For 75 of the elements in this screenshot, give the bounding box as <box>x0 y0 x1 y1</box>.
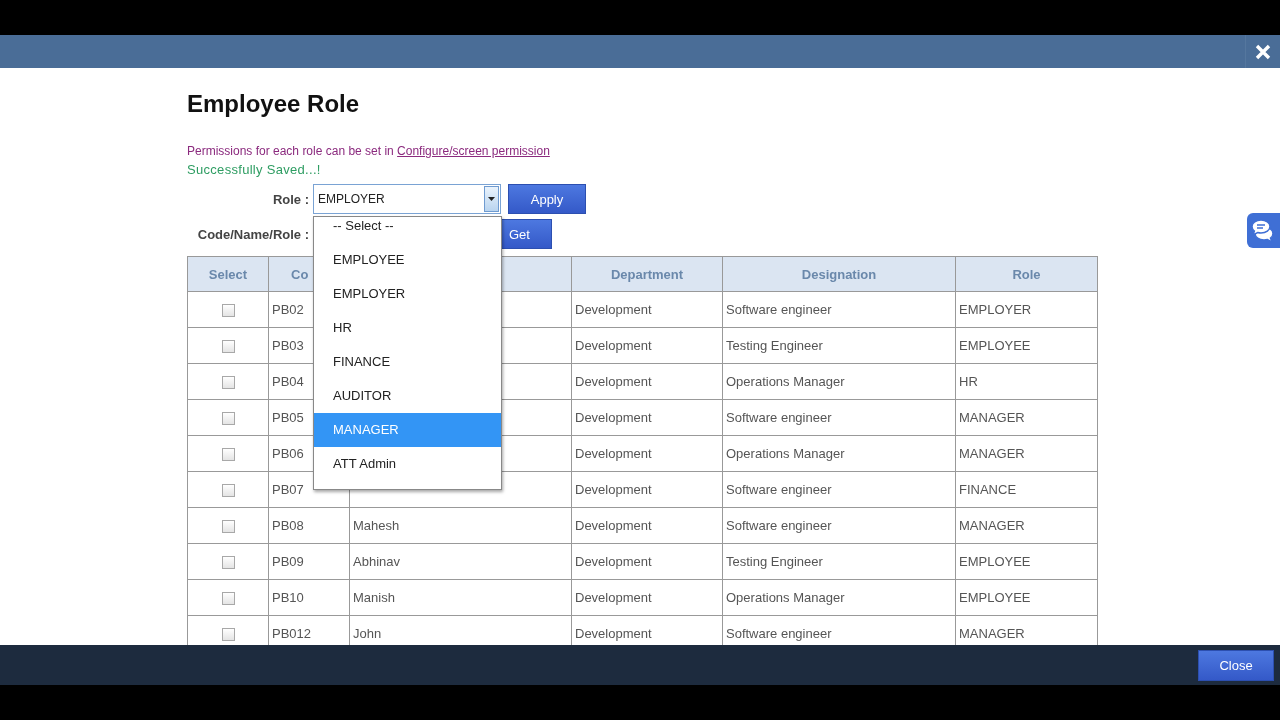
table-cell: Development <box>575 590 652 605</box>
caret-icon <box>488 197 495 201</box>
table-cell: MANAGER <box>959 518 1025 533</box>
role-select[interactable]: EMPLOYER <box>313 184 501 214</box>
table-cell: John <box>353 626 382 641</box>
table-cell: PB08 <box>272 518 304 533</box>
dropdown-option[interactable]: ATT Admin <box>314 447 501 481</box>
table-cell: Testing Engineer <box>726 338 823 353</box>
row-checkbox[interactable] <box>221 484 235 498</box>
table-cell: Software engineer <box>726 518 832 533</box>
permission-link[interactable]: Configure/screen permission <box>397 144 550 158</box>
table-cell: HR <box>959 374 978 389</box>
table-cell: PB07 <box>272 482 304 497</box>
table-cell: PB05 <box>272 410 304 425</box>
table-cell: Development <box>575 374 652 389</box>
table-cell: Operations Manager <box>726 590 845 605</box>
column-header: Role <box>1012 266 1041 282</box>
row-checkbox[interactable] <box>221 592 235 606</box>
dropdown-option[interactable]: AUDITOR <box>314 379 501 413</box>
table-cell: EMPLOYEE <box>959 554 1031 569</box>
dropdown-option[interactable]: EMPLOYER <box>314 277 501 311</box>
apply-button[interactable]: Apply <box>508 184 586 214</box>
table-cell: Development <box>575 410 652 425</box>
role-label: Role : <box>272 191 309 207</box>
table-cell: MANAGER <box>959 446 1025 461</box>
table-cell: Operations Manager <box>726 374 845 389</box>
table-cell: Development <box>575 518 652 533</box>
page-title: Employee Role <box>187 90 361 118</box>
table-cell: FINANCE <box>959 482 1017 497</box>
chat-icon[interactable] <box>1247 213 1280 248</box>
table-cell: Abhinav <box>353 554 400 569</box>
table-cell: EMPLOYER <box>959 302 1032 317</box>
table-cell: PB06 <box>272 446 304 461</box>
table-cell: Development <box>575 626 652 641</box>
row-checkbox[interactable] <box>221 628 235 642</box>
table-cell: Development <box>575 302 652 317</box>
row-checkbox[interactable] <box>221 340 235 354</box>
permission-note: Permissions for each role can be set in Configure/screen permission <box>187 143 551 159</box>
row-checkbox[interactable] <box>221 448 235 462</box>
table-cell: Development <box>575 338 652 353</box>
row-checkbox[interactable] <box>221 556 235 570</box>
table-cell: Software engineer <box>726 482 832 497</box>
table-cell: EMPLOYEE <box>959 590 1031 605</box>
table-cell: PB09 <box>272 554 304 569</box>
close-button[interactable]: Close <box>1198 649 1274 681</box>
table-cell: MANAGER <box>959 626 1025 641</box>
search-label: Code/Name/Role : <box>197 226 309 242</box>
table-cell: PB10 <box>272 590 304 605</box>
table-cell: Software engineer <box>726 626 832 641</box>
column-header: Department <box>610 266 684 282</box>
column-header: Designation <box>801 266 877 282</box>
table-cell: Development <box>575 554 652 569</box>
table-cell: Software engineer <box>726 302 832 317</box>
table-cell: PB02 <box>272 302 304 317</box>
status-message: Successfully Saved...! <box>187 162 322 178</box>
dropdown-option[interactable]: HR <box>314 311 501 345</box>
table-cell: PB03 <box>272 338 304 353</box>
table-cell: Testing Engineer <box>726 554 823 569</box>
table-cell: Operations Manager <box>726 446 845 461</box>
row-checkbox[interactable] <box>221 304 235 318</box>
column-header: Co <box>291 266 309 282</box>
table-cell: Development <box>575 482 652 497</box>
table-cell: EMPLOYEE <box>959 338 1031 353</box>
row-checkbox[interactable] <box>221 376 235 390</box>
table-cell: PB012 <box>272 626 312 641</box>
row-checkbox[interactable] <box>221 520 235 534</box>
row-checkbox[interactable] <box>221 412 235 426</box>
table-cell: PB04 <box>272 374 304 389</box>
table-cell: MANAGER <box>959 410 1025 425</box>
table-cell: Development <box>575 446 652 461</box>
table-cell: Mahesh <box>353 518 400 533</box>
table-cell: Software engineer <box>726 410 832 425</box>
column-header: Select <box>208 266 248 282</box>
table-cell: Manish <box>353 590 395 605</box>
dropdown-option[interactable]: FINANCE <box>314 345 501 379</box>
